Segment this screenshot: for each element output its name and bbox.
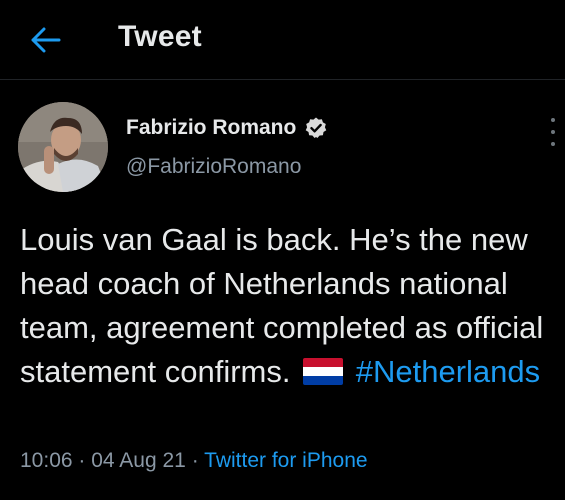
meta-separator: · [78, 449, 86, 472]
back-button[interactable] [28, 22, 64, 58]
author-name-label: Fabrizio Romano [126, 116, 297, 139]
avatar[interactable] [18, 102, 108, 192]
author-handle[interactable]: @FabrizioRomano [126, 155, 301, 179]
more-vertical-icon-dot [551, 142, 555, 146]
top-bar: Tweet [0, 0, 565, 80]
page-title: Tweet [118, 20, 202, 53]
netherlands-flag-icon [303, 358, 344, 385]
profile-photo [18, 102, 108, 192]
meta-separator: · [191, 449, 199, 472]
tweet-date: 04 Aug 21 [91, 449, 186, 472]
verified-badge-icon [306, 117, 327, 138]
author-name[interactable]: Fabrizio Romano [126, 116, 328, 140]
tweet-meta: 10:06 · 04 Aug 21 · Twitter for iPhone [20, 449, 368, 473]
more-options-button[interactable] [543, 116, 563, 148]
more-vertical-icon [551, 118, 555, 122]
tweet-body: Louis van Gaal is back. He’s the new hea… [20, 218, 555, 394]
tweet-time: 10:06 [20, 449, 73, 472]
tweet-source-link[interactable]: Twitter for iPhone [204, 449, 367, 472]
more-vertical-icon-dot [551, 130, 555, 134]
hashtag-link[interactable]: #Netherlands [356, 354, 540, 389]
arrow-left-icon [31, 27, 61, 53]
